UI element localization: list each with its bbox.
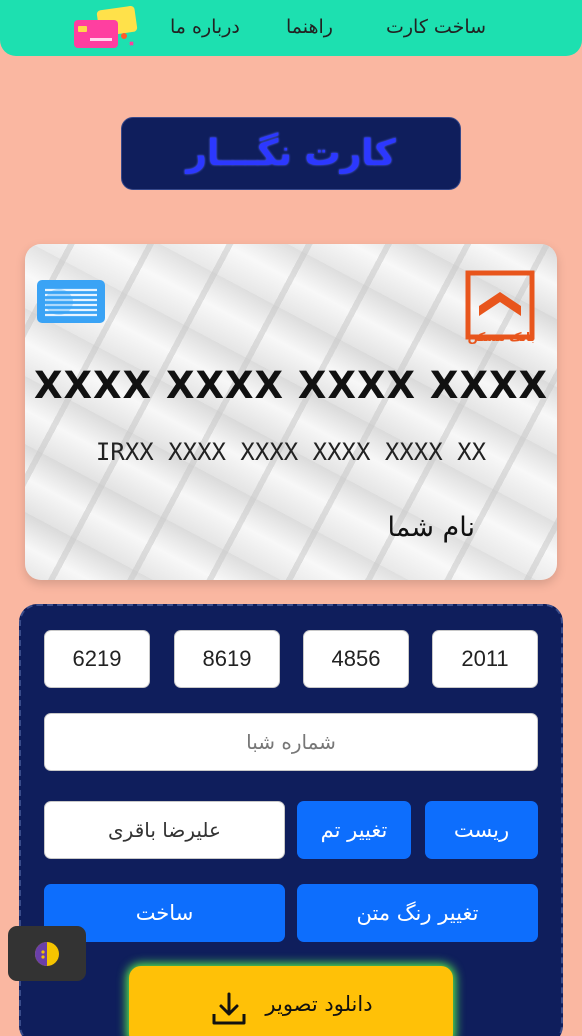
nav-guide[interactable]: راهنما bbox=[286, 16, 333, 38]
download-image-button[interactable]: دانلود تصویر bbox=[129, 966, 453, 1036]
reset-button[interactable]: ریست bbox=[425, 801, 538, 859]
card-iban-display: IRXX XXXX XXXX XXXX XXXX XX bbox=[95, 438, 487, 466]
navbar: ساخت کارت راهنما درباره ما bbox=[0, 0, 582, 56]
download-icon bbox=[212, 992, 246, 1025]
app-title-box: کارت نگـــار bbox=[121, 117, 461, 190]
card-number-display: XXXX XXXX XXXX XXXX bbox=[33, 364, 549, 407]
download-label: دانلود تصویر bbox=[265, 992, 373, 1016]
card-holder-name: نام شما bbox=[387, 512, 476, 543]
card-chip-icon bbox=[37, 280, 105, 323]
change-text-color-button[interactable]: تغییر رنگ متن bbox=[297, 884, 538, 942]
name-input[interactable]: علیرضا باقری bbox=[44, 801, 285, 859]
nav-build-card[interactable]: ساخت کارت bbox=[386, 16, 486, 38]
app-title: کارت نگـــار bbox=[186, 133, 396, 174]
app-logo-icon[interactable] bbox=[72, 6, 144, 50]
half-moon-icon bbox=[35, 941, 59, 966]
card-number-input-2[interactable]: 4856 bbox=[303, 630, 409, 688]
bank-name: بانک مسکن bbox=[467, 330, 535, 344]
card-number-input-1[interactable]: 2011 bbox=[432, 630, 538, 688]
card-preview: بانک مسکن XXXX XXXX XXXX XXXX IRXX XXXX … bbox=[25, 244, 557, 580]
dark-mode-toggle[interactable] bbox=[8, 926, 86, 981]
card-number-input-3[interactable]: 8619 bbox=[174, 630, 280, 688]
nav-about[interactable]: درباره ما bbox=[170, 16, 240, 38]
card-number-input-4[interactable]: 6219 bbox=[44, 630, 150, 688]
iban-input[interactable]: شماره شبا bbox=[44, 713, 538, 771]
change-theme-button[interactable]: تغییر تم bbox=[297, 801, 411, 859]
